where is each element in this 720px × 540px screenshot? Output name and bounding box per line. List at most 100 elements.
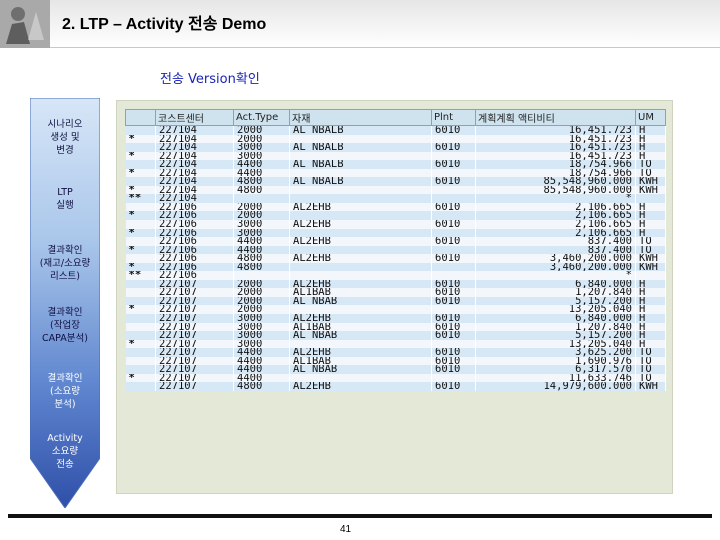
table-row[interactable]: * 227106 4400 837.400 TO [125, 245, 666, 255]
cell-marker [125, 288, 156, 297]
cell-material: AL NBAB [289, 365, 432, 374]
table-row[interactable]: 227104 4800 AL NBALB 6010 85,548,960.000 KWH [125, 177, 666, 186]
table-row[interactable]: 227106 4400 AL2EHB 6010 837.400 TO [125, 237, 666, 246]
process-step-label-line: (작업장 [50, 320, 80, 331]
cell-plant [431, 305, 476, 315]
cell-marker [125, 356, 156, 366]
cell-material: AL2EHB [289, 254, 432, 263]
cell-marker [125, 177, 156, 186]
table-row[interactable]: * 227104 4400 18,754.966 TO [125, 168, 666, 178]
process-step-label-line: 리스트) [50, 271, 80, 282]
process-step-5: 결과확인 (소요량 분석) [24, 372, 106, 411]
cell-plant: 6010 [431, 356, 476, 366]
table-row[interactable]: * 227104 4800 85,548,960.000 KWH [125, 185, 666, 195]
table-row[interactable]: 227107 3000 AL2EHB 6010 6,840.000 H [125, 314, 666, 323]
process-step-label-line: CAPA분석) [42, 333, 88, 344]
column-header-activity-type[interactable]: Act.Type [233, 109, 290, 126]
cell-material: AL2EHB [289, 220, 432, 229]
cell-cost-center: 227106 [155, 220, 234, 229]
cell-activity-type: 3000 [233, 339, 290, 349]
table-row[interactable]: * 227106 4800 3,460,200.000 KWH [125, 262, 666, 272]
table-row[interactable]: * 227107 2000 13,205.040 H [125, 305, 666, 315]
table-row[interactable]: ** 227106 * [125, 271, 666, 280]
process-step-label-line: 실행 [56, 200, 74, 211]
table-row[interactable]: 227104 4400 AL NBALB 6010 18,754.966 TO [125, 160, 666, 169]
table-row[interactable]: 227107 4400 AL NBAB 6010 6,317.570 TO [125, 365, 666, 374]
table-row[interactable]: 227107 4400 AL2EHB 6010 3,625.200 TO [125, 348, 666, 357]
column-header-cost-center[interactable]: 코스트센터 [155, 109, 234, 126]
cell-plant [431, 134, 476, 144]
cell-unit: TO [635, 365, 666, 374]
table-row[interactable]: * 227107 3000 13,205.040 H [125, 339, 666, 349]
table-row[interactable]: 227104 2000 AL NBALB 6010 16,451.723 H [125, 125, 666, 135]
cell-unit: KWH [635, 177, 666, 186]
cell-cost-center: 227106 [155, 237, 234, 246]
cell-material: AL1BAB [289, 322, 432, 332]
cell-plant [431, 339, 476, 349]
sap-report-panel: 코스트센터 Act.Type 자재 Plnt 계획계획 액티비티 UM 227104 200… [116, 100, 673, 494]
table-row[interactable]: 227107 4800 AL2EHB 6010 14,979,600.000 KWH [125, 382, 666, 391]
cell-material: AL NBALB [289, 125, 432, 135]
table-row[interactable]: 227106 2000 AL2EHB 6010 2,106.665 H [125, 202, 666, 212]
cell-planned-activity: 18,754.966 [475, 160, 636, 169]
table-row[interactable]: * 227104 3000 16,451.723 H [125, 151, 666, 161]
cell-unit: TO [635, 245, 666, 255]
process-step-2: LTP 실행 [24, 186, 106, 212]
cell-planned-activity: 1,207.840 [475, 288, 636, 297]
cell-cost-center: 227104 [155, 168, 234, 178]
cell-unit: H [635, 288, 666, 297]
table-row[interactable]: * 227107 4400 11,633.746 TO [125, 373, 666, 383]
cell-material [289, 211, 432, 221]
cell-marker: * [125, 185, 156, 195]
cell-cost-center: 227104 [155, 151, 234, 161]
table-row[interactable]: * 227106 2000 2,106.665 H [125, 211, 666, 221]
cell-plant: 6010 [431, 296, 476, 306]
table-row[interactable]: * 227106 3000 2,106.665 H [125, 228, 666, 238]
cell-activity-type: 3000 [233, 314, 290, 323]
table-row[interactable]: 227104 3000 AL NBALB 6010 16,451.723 H [125, 143, 666, 152]
cell-unit: H [635, 134, 666, 144]
column-header-material[interactable]: 자재 [289, 109, 432, 126]
cell-marker [125, 382, 156, 391]
column-header-unit[interactable]: UM [635, 109, 666, 126]
cell-cost-center: 227107 [155, 314, 234, 323]
cell-activity-type: 4400 [233, 356, 290, 366]
cell-plant: 6010 [431, 331, 476, 340]
company-logo [0, 0, 50, 48]
cell-plant: 6010 [431, 348, 476, 357]
table-row[interactable]: ** 227104 * [125, 194, 666, 203]
table-row[interactable]: 227107 3000 AL1BAB 6010 1,207.840 H [125, 322, 666, 332]
column-header-marker[interactable] [125, 109, 156, 126]
table-row[interactable]: 227107 2000 AL2EHB 6010 6,840.000 H [125, 279, 666, 289]
table-row[interactable]: 227107 4400 AL1BAB 6010 1,690.976 TO [125, 356, 666, 366]
cell-marker [125, 279, 156, 289]
cell-material [289, 271, 432, 280]
table-row[interactable]: 227106 3000 AL2EHB 6010 2,106.665 H [125, 220, 666, 229]
process-step-label-line: 시나리오 [47, 119, 83, 130]
cell-planned-activity: 6,840.000 [475, 314, 636, 323]
cell-material [289, 245, 432, 255]
cell-cost-center: 227107 [155, 322, 234, 332]
column-header-planned-activity[interactable]: 계획계획 액티비티 [475, 109, 636, 126]
table-row[interactable]: 227106 4800 AL2EHB 6010 3,460,200.000 KWH [125, 254, 666, 263]
cell-marker: ** [125, 271, 156, 280]
cell-material: AL NBAB [289, 331, 432, 340]
cell-activity-type: 2000 [233, 134, 290, 144]
table-row[interactable]: 227107 3000 AL NBAB 6010 5,157.200 H [125, 331, 666, 340]
cell-unit: TO [635, 160, 666, 169]
table-row[interactable]: 227107 2000 AL NBAB 6010 5,157.200 H [125, 296, 666, 306]
table-row[interactable]: * 227104 2000 16,451.723 H [125, 134, 666, 144]
process-step-label-line: (소요량 [50, 386, 80, 397]
cell-plant [431, 262, 476, 272]
cell-planned-activity: 3,625.200 [475, 348, 636, 357]
cell-planned-activity: 1,207.840 [475, 322, 636, 332]
cell-plant: 6010 [431, 322, 476, 332]
table-row[interactable]: 227107 2000 AL1BAB 6010 1,207.840 H [125, 288, 666, 297]
cell-planned-activity: 18,754.966 [475, 168, 636, 178]
column-header-plant[interactable]: Plnt [431, 109, 476, 126]
cell-cost-center: 227104 [155, 143, 234, 152]
cell-material [289, 305, 432, 315]
cell-material [289, 151, 432, 161]
cell-planned-activity: 14,979,600.000 [475, 382, 636, 391]
cell-marker [125, 365, 156, 374]
